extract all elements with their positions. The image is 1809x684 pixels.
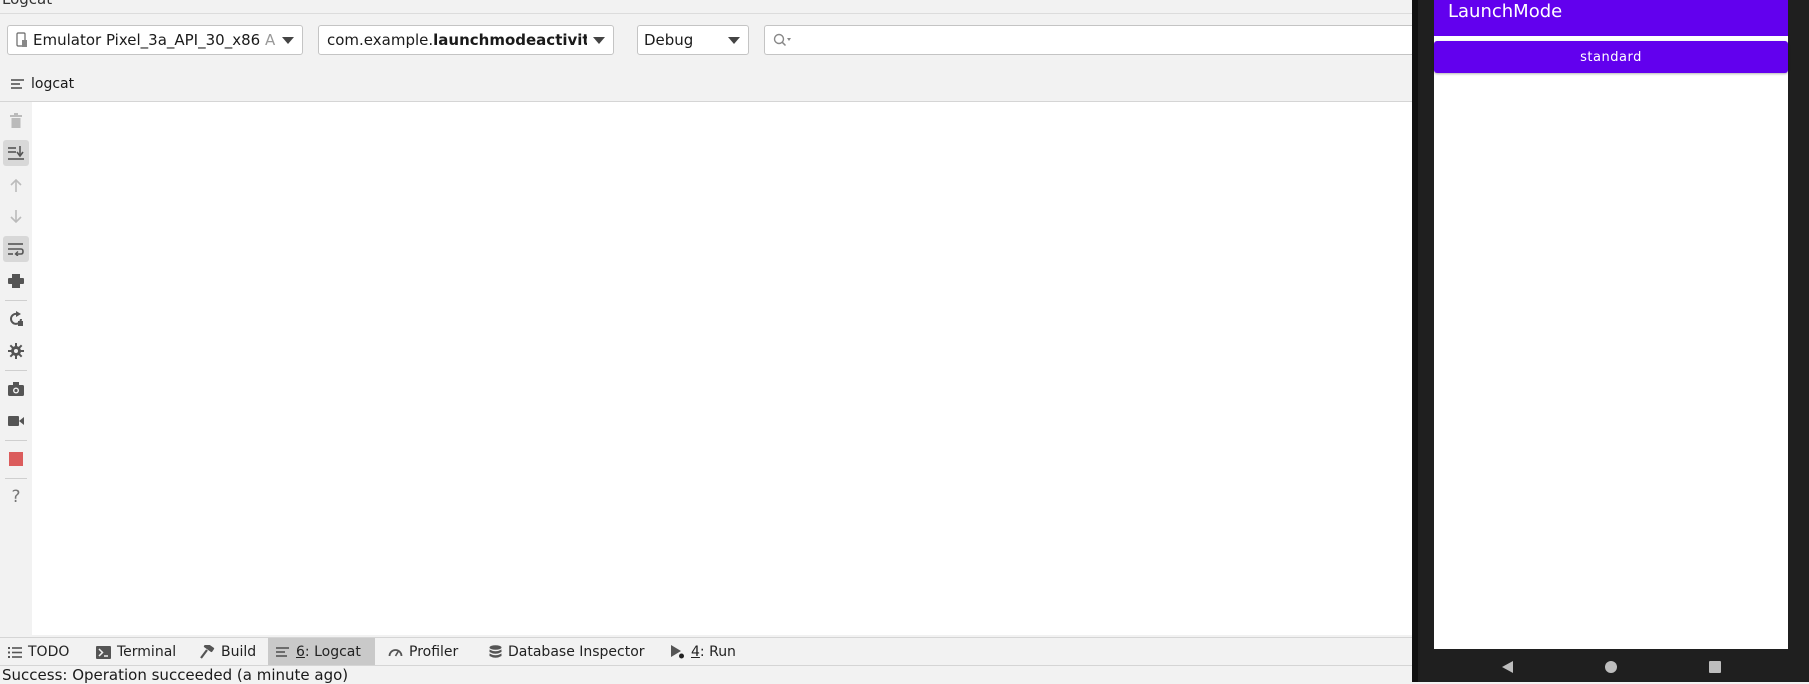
stop-button[interactable] xyxy=(3,446,29,472)
toolbar-separator xyxy=(5,440,27,441)
tab-terminal[interactable]: Terminal xyxy=(88,638,184,666)
stop-icon xyxy=(9,452,23,466)
terminal-icon xyxy=(96,645,117,659)
app-bar: LaunchMode xyxy=(1434,0,1788,36)
package-name: launchmodeactivity xyxy=(433,31,587,49)
restart-button[interactable] xyxy=(3,306,29,332)
tab-database-inspector[interactable]: Database Inspector xyxy=(481,638,653,666)
chevron-down-icon xyxy=(282,37,294,44)
scroll-to-end-button[interactable] xyxy=(3,140,29,166)
android-nav-bar xyxy=(1434,649,1788,682)
tab-profiler[interactable]: Profiler xyxy=(380,638,466,666)
list-icon xyxy=(8,646,28,658)
print-icon xyxy=(8,274,24,288)
device-suffix: Ar xyxy=(264,31,276,49)
database-icon xyxy=(489,644,508,660)
tab-label: Terminal xyxy=(117,644,177,660)
video-icon xyxy=(8,415,24,427)
gear-icon xyxy=(8,343,24,359)
scroll-to-end-icon xyxy=(8,146,24,160)
tab-mnemonic: 4 xyxy=(691,644,700,660)
logcat-tabbar: logcat xyxy=(0,70,1412,102)
tab-label: Profiler xyxy=(409,644,459,660)
help-icon: ? xyxy=(11,487,21,507)
tab-label: TODO xyxy=(28,644,70,660)
toolbar-separator xyxy=(5,370,27,371)
settings-button[interactable] xyxy=(3,338,29,364)
tab-build[interactable]: Build xyxy=(192,638,264,666)
tab-mnemonic: 6 xyxy=(296,644,305,660)
logcat-output[interactable] xyxy=(32,102,1412,635)
up-arrow-icon xyxy=(10,178,22,192)
tab-label: Database Inspector xyxy=(508,644,645,660)
hammer-icon xyxy=(200,645,221,659)
toolbar-separator xyxy=(5,300,27,301)
toolbar-separator xyxy=(5,478,27,479)
soft-wrap-button[interactable] xyxy=(3,236,29,262)
home-icon[interactable] xyxy=(1605,661,1617,673)
device-name: Emulator Pixel_3a_API_30_x86 xyxy=(33,31,261,49)
device-selector[interactable]: Emulator Pixel_3a_API_30_x86 Ar xyxy=(7,25,303,55)
trash-icon xyxy=(9,113,23,129)
tab-label: : Logcat xyxy=(304,644,361,660)
panel-title: Logcat xyxy=(2,0,52,8)
status-message: Success: Operation succeeded (a minute a… xyxy=(2,666,349,684)
status-bar: Success: Operation succeeded (a minute a… xyxy=(0,665,1412,684)
phone-icon xyxy=(16,32,28,48)
back-icon[interactable] xyxy=(1502,661,1513,673)
help-button[interactable]: ? xyxy=(3,484,29,510)
divider xyxy=(0,13,1412,14)
restart-icon xyxy=(8,311,24,327)
screenshot-button[interactable] xyxy=(3,376,29,402)
log-level-selector[interactable]: Debug xyxy=(637,25,749,55)
app-title: LaunchMode xyxy=(1448,1,1563,22)
down-arrow-icon xyxy=(10,210,22,224)
clear-logcat-button[interactable] xyxy=(3,108,29,134)
search-field[interactable] xyxy=(764,25,1424,55)
camera-icon xyxy=(8,382,24,396)
tab-logcat-bottom[interactable]: 6: Logcat xyxy=(268,638,375,666)
tab-run[interactable]: 4: Run xyxy=(662,638,744,666)
tab-todo[interactable]: TODO xyxy=(0,638,77,666)
print-button[interactable] xyxy=(3,268,29,294)
run-icon xyxy=(670,645,691,659)
logcat-icon xyxy=(276,647,296,657)
emulator-bezel xyxy=(1412,0,1418,682)
gauge-icon xyxy=(388,647,409,657)
search-icon xyxy=(773,33,793,47)
package-prefix: com.example. xyxy=(327,31,434,49)
soft-wrap-icon xyxy=(8,242,24,256)
recents-icon[interactable] xyxy=(1709,661,1721,673)
tab-logcat[interactable]: logcat xyxy=(11,76,74,92)
logcat-icon xyxy=(11,79,31,89)
package-selector[interactable]: com.example.launchmodeactivity ( xyxy=(318,25,614,55)
tool-window-bar: TODO Terminal Build 6: Logcat Profiler D… xyxy=(0,637,1412,666)
standard-button[interactable]: standard xyxy=(1434,41,1788,73)
screen-record-button[interactable] xyxy=(3,408,29,434)
emulator-screen[interactable]: LaunchMode standard xyxy=(1434,0,1788,649)
search-input[interactable] xyxy=(799,31,1424,49)
logcat-toolbar: ? xyxy=(0,102,32,635)
next-occurrence-button[interactable] xyxy=(3,204,29,230)
previous-occurrence-button[interactable] xyxy=(3,172,29,198)
chevron-down-icon xyxy=(593,37,605,44)
tab-label: Build xyxy=(221,644,257,660)
tab-label: logcat xyxy=(31,76,75,92)
chevron-down-icon xyxy=(728,37,740,44)
tab-label: : Run xyxy=(699,644,736,660)
android-studio-window: Logcat Emulator Pixel_3a_API_30_x86 Ar c… xyxy=(0,0,1424,684)
